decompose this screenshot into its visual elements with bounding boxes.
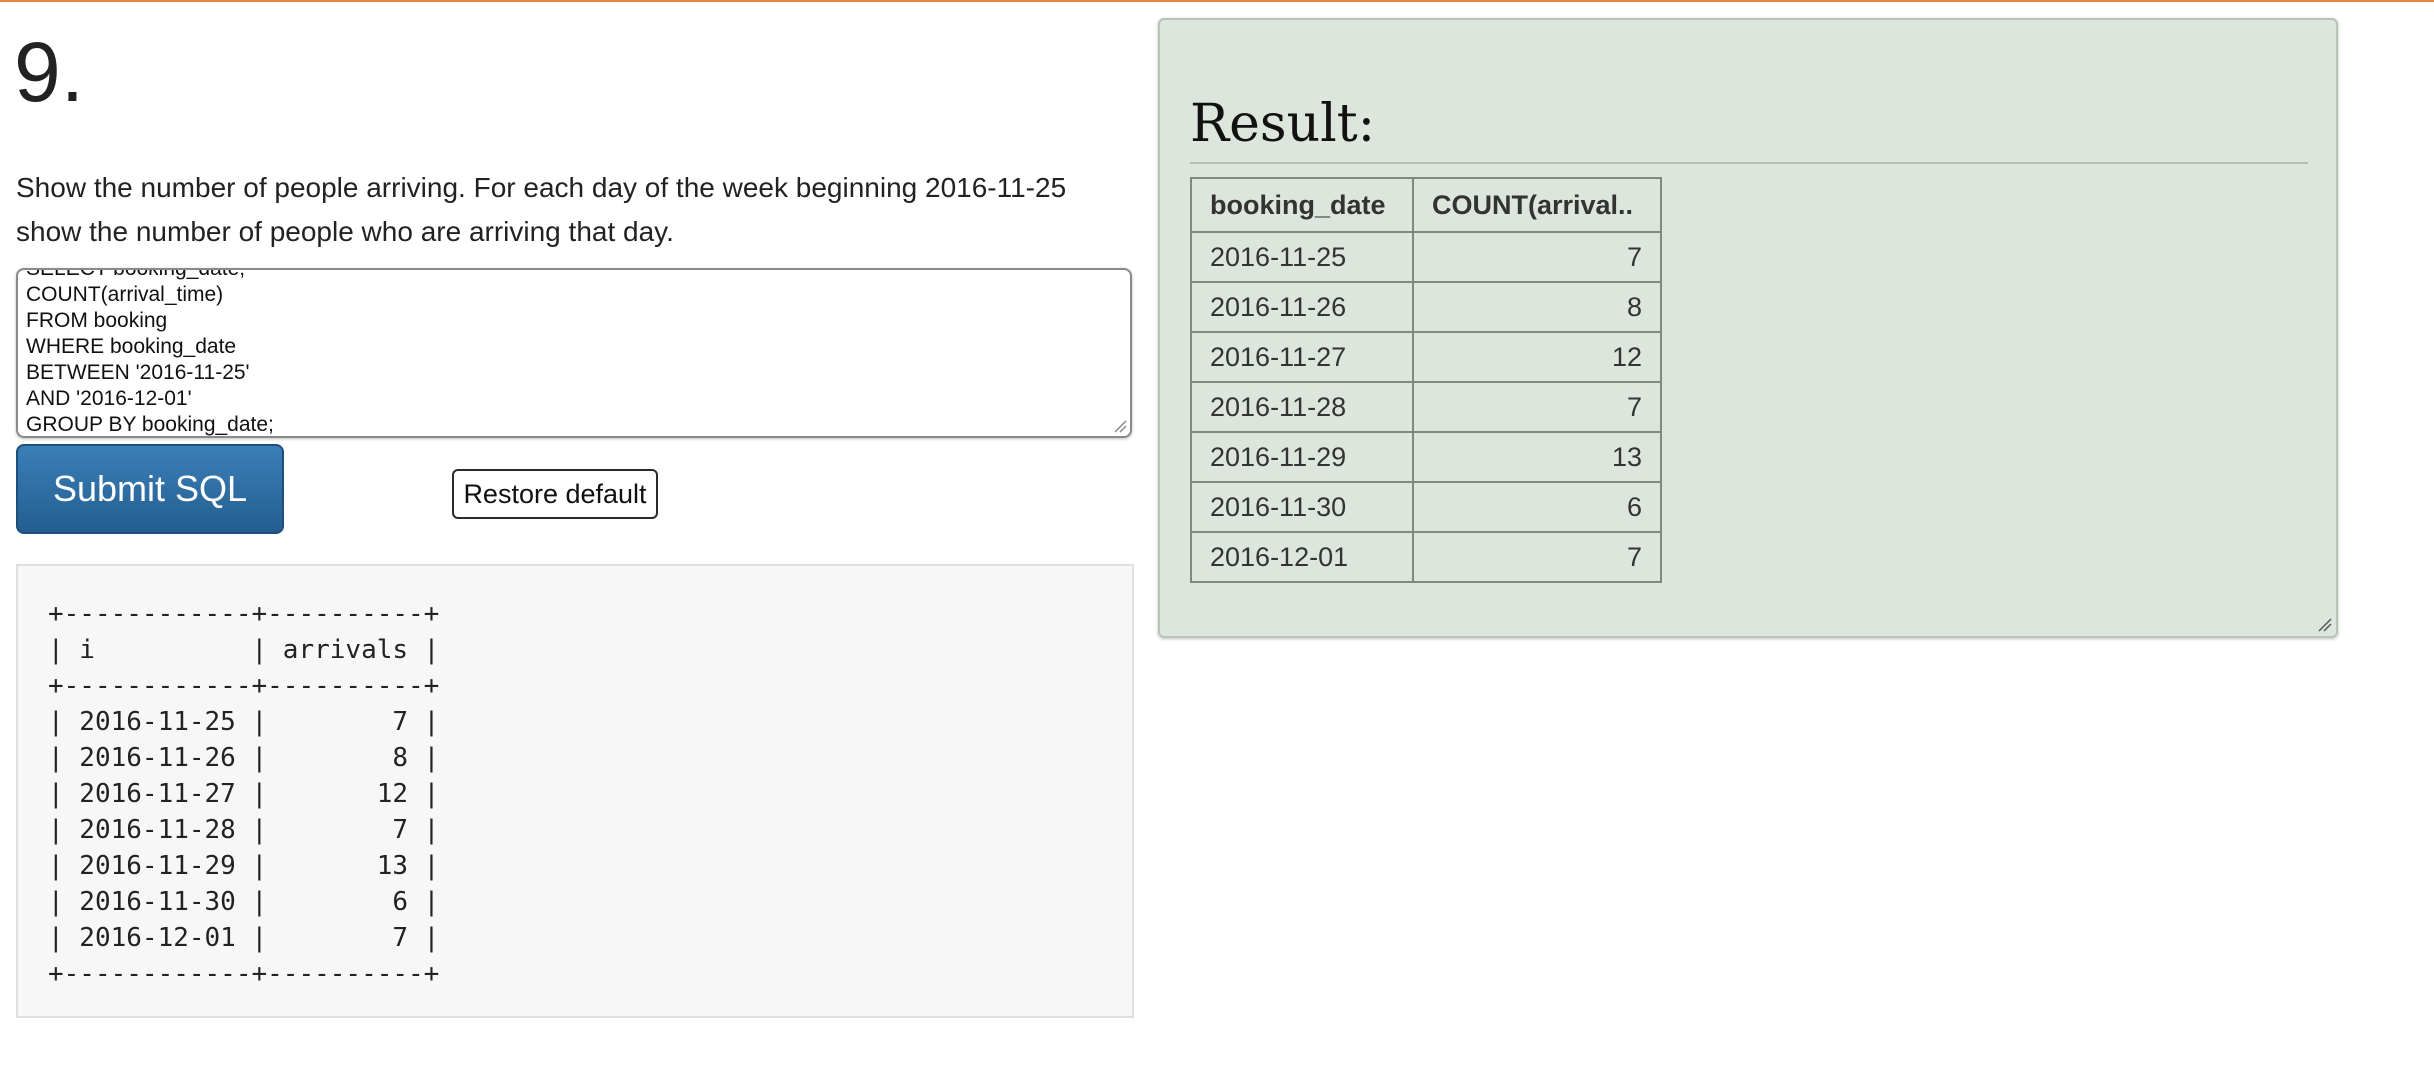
result-date-cell: 2016-12-01: [1190, 531, 1414, 583]
question-text: Show the number of people arriving. For …: [16, 172, 1067, 247]
expected-result-box: +------------+----------+ | i | arrivals…: [16, 564, 1134, 1018]
result-header-row: booking_date COUNT(arrival..: [1190, 177, 1662, 233]
resize-handle-icon[interactable]: [2316, 616, 2332, 632]
result-header-cell: booking_date: [1190, 177, 1414, 233]
result-date-cell: 2016-11-29: [1190, 431, 1414, 483]
result-count-cell: 7: [1412, 231, 1662, 283]
submit-sql-button[interactable]: Submit SQL: [16, 444, 284, 534]
result-date-cell: 2016-11-25: [1190, 231, 1414, 283]
sql-editor-text[interactable]: SELECT booking_date, COUNT(arrival_time)…: [26, 270, 1122, 436]
result-date-cell: 2016-11-26: [1190, 281, 1414, 333]
result-row: 2016-11-29 13: [1190, 431, 1662, 483]
result-date-cell: 2016-11-28: [1190, 381, 1414, 433]
resize-handle-icon[interactable]: [1113, 419, 1127, 433]
result-header-cell: COUNT(arrival..: [1412, 177, 1662, 233]
expected-result-table: +------------+----------+ | i | arrivals…: [48, 599, 440, 989]
question-number: 9.: [14, 25, 85, 119]
result-row: 2016-11-28 7: [1190, 381, 1662, 433]
result-panel: Result: booking_date COUNT(arrival.. 201…: [1158, 18, 2338, 638]
result-count-cell: 7: [1412, 531, 1662, 583]
result-date-cell: 2016-11-30: [1190, 481, 1414, 533]
result-count-cell: 8: [1412, 281, 1662, 333]
result-row: 2016-11-25 7: [1190, 231, 1662, 283]
result-count-cell: 6: [1412, 481, 1662, 533]
result-row: 2016-12-01 7: [1190, 531, 1662, 583]
restore-default-button[interactable]: Restore default: [452, 469, 658, 519]
top-accent-rule: [0, 0, 2434, 2]
result-count-cell: 12: [1412, 331, 1662, 383]
result-table: booking_date COUNT(arrival.. 2016-11-25 …: [1190, 177, 1662, 583]
sql-editor[interactable]: SELECT booking_date, COUNT(arrival_time)…: [16, 268, 1132, 438]
result-row: 2016-11-27 12: [1190, 331, 1662, 383]
result-count-cell: 7: [1412, 381, 1662, 433]
result-count-cell: 13: [1412, 431, 1662, 483]
result-title: Result:: [1190, 94, 1376, 154]
result-row: 2016-11-26 8: [1190, 281, 1662, 333]
result-date-cell: 2016-11-27: [1190, 331, 1414, 383]
result-row: 2016-11-30 6: [1190, 481, 1662, 533]
result-divider: [1190, 162, 2308, 164]
